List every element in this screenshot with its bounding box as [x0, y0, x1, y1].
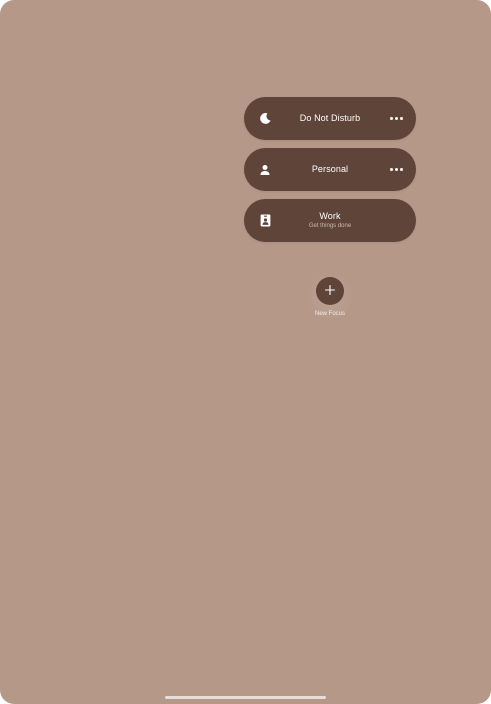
focus-personal[interactable]: Personal	[244, 148, 416, 191]
focus-label: Work	[319, 210, 341, 221]
more-options-button[interactable]	[386, 112, 406, 126]
focus-mode-list: Do Not Disturb Personal Work Get things …	[244, 97, 416, 250]
focus-subtitle: Get things done	[308, 222, 352, 229]
home-indicator[interactable]	[165, 696, 326, 699]
person-icon	[258, 163, 272, 177]
focus-label: Personal	[311, 163, 349, 174]
plus-icon	[324, 282, 336, 300]
focus-label: Do Not Disturb	[299, 112, 361, 123]
focus-work[interactable]: Work Get things done	[244, 199, 416, 242]
new-focus: New Focus	[304, 277, 356, 317]
new-focus-label: New Focus	[314, 311, 345, 317]
more-options-button[interactable]	[386, 163, 406, 177]
focus-do-not-disturb[interactable]: Do Not Disturb	[244, 97, 416, 140]
moon-icon	[258, 112, 272, 126]
new-focus-button[interactable]	[316, 277, 344, 305]
focus-screen: Do Not Disturb Personal Work Get things …	[0, 0, 491, 704]
id-badge-icon	[258, 214, 272, 228]
